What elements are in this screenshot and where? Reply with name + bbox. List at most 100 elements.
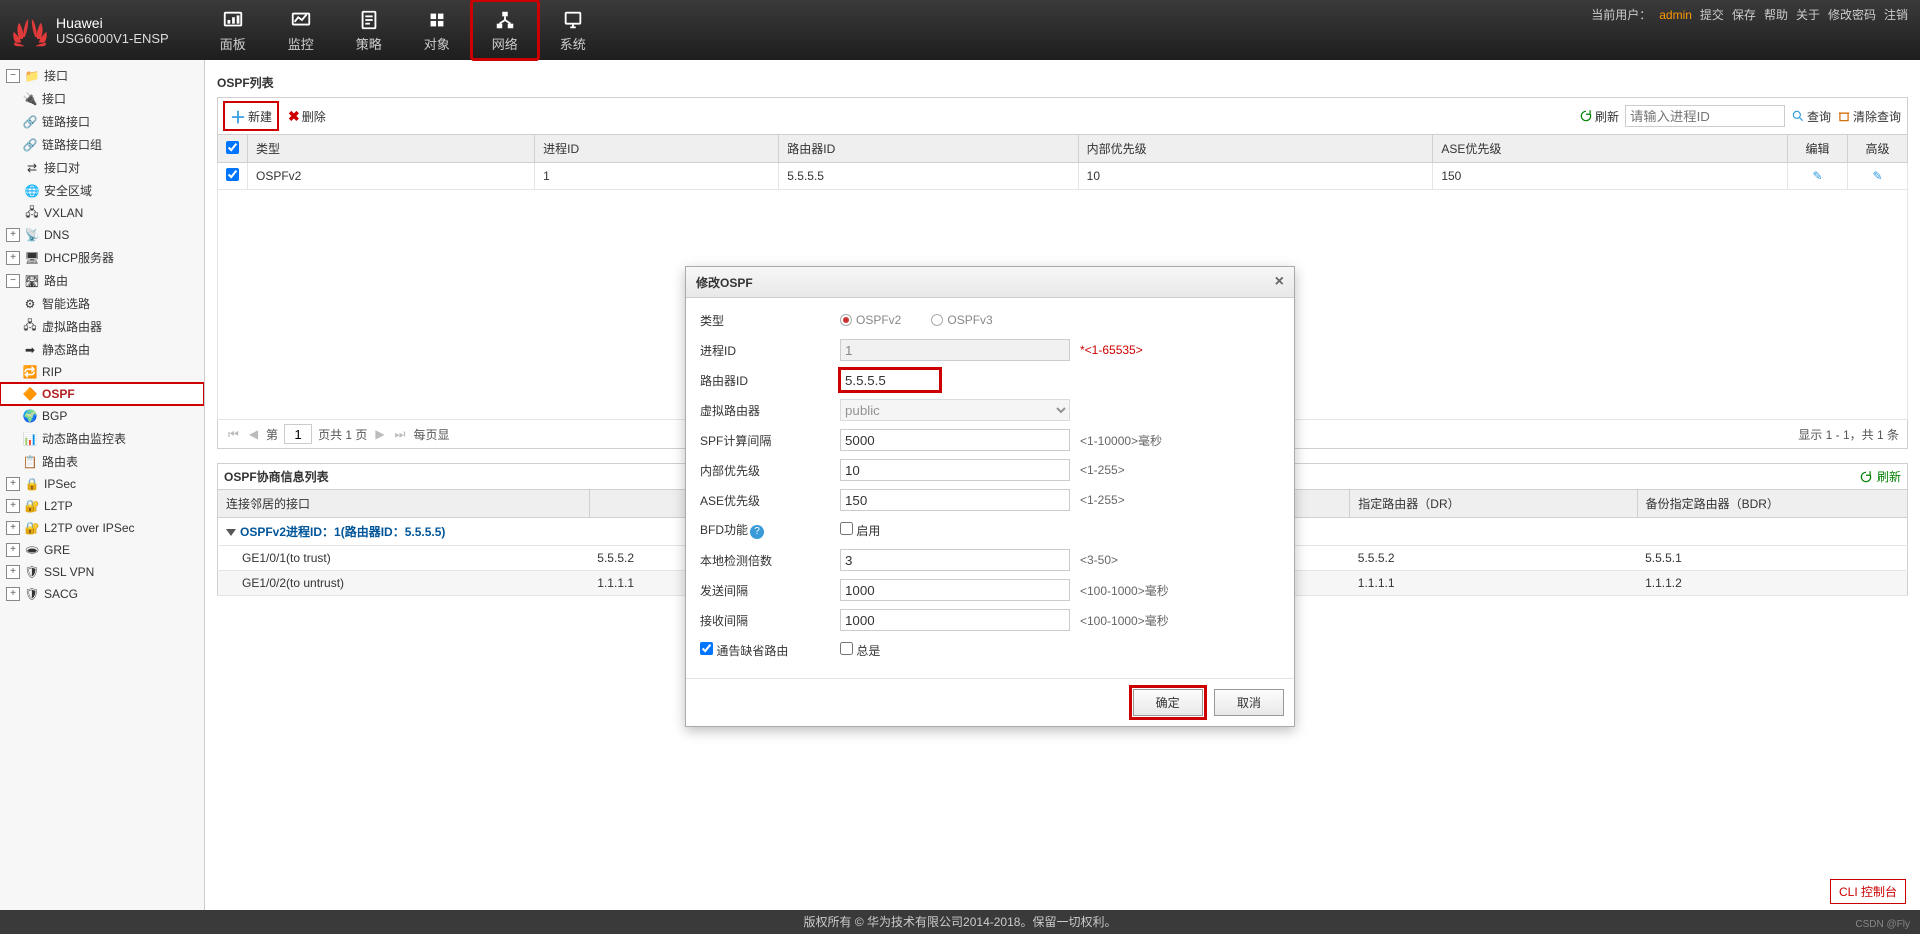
sidebar-item-smart-route[interactable]: ⚙智能选路 <box>0 292 204 315</box>
refresh-button[interactable]: 刷新 <box>1579 108 1619 125</box>
collapse-icon[interactable]: − <box>6 274 20 288</box>
new-button[interactable]: ＋新建 <box>224 102 278 130</box>
col-type[interactable]: 类型 <box>248 135 535 163</box>
sidebar-item-bgp[interactable]: 🌍BGP <box>0 405 204 427</box>
expand-icon[interactable]: + <box>6 251 20 265</box>
page-input[interactable] <box>284 424 312 444</box>
label-routerid: 路由器ID <box>700 372 840 389</box>
sidebar-item-interface-group[interactable]: −📁接口 <box>0 64 204 87</box>
next-page-icon[interactable]: ▶ <box>373 427 386 441</box>
col-routerid[interactable]: 路由器ID <box>779 135 1078 163</box>
col-interface[interactable]: 连接邻居的接口 <box>218 490 590 518</box>
expand-icon[interactable]: + <box>6 477 20 491</box>
link-logout[interactable]: 注销 <box>1884 6 1908 23</box>
select-all-checkbox[interactable] <box>226 141 239 154</box>
label-pid: 进程ID <box>700 342 840 359</box>
sidebar-item-ipsec[interactable]: +🔒IPSec <box>0 473 204 495</box>
last-page-icon[interactable]: ⏭ <box>393 427 408 442</box>
sidebar-item-link-interface-group[interactable]: 🔗链路接口组 <box>0 133 204 156</box>
sidebar-item-rip[interactable]: 🔁RIP <box>0 361 204 383</box>
col-dr[interactable]: 指定路由器（DR） <box>1350 490 1637 518</box>
sidebar-item-gre[interactable]: +🕳GRE <box>0 539 204 561</box>
sidebar-item-interface-pair[interactable]: ⇄接口对 <box>0 156 204 179</box>
col-ase[interactable]: ASE优先级 <box>1433 135 1788 163</box>
hint-ase: <1-255> <box>1080 493 1125 507</box>
ase-priority-field[interactable] <box>840 489 1070 511</box>
close-icon[interactable]: × <box>1275 273 1284 291</box>
detect-multiplier-field[interactable] <box>840 549 1070 571</box>
nav-network[interactable]: 网络 <box>471 0 539 60</box>
expand-icon[interactable]: + <box>6 543 20 557</box>
sidebar-item-routing[interactable]: −🛣路由 <box>0 269 204 292</box>
sidebar-item-link-interface[interactable]: 🔗链路接口 <box>0 110 204 133</box>
help-icon[interactable]: ? <box>750 525 764 539</box>
table-row[interactable]: OSPFv2 1 5.5.5.5 10 150 ✎ ✎ <box>218 163 1908 190</box>
expand-icon[interactable]: + <box>6 228 20 242</box>
tx-interval-field[interactable] <box>840 579 1070 601</box>
always-checkbox[interactable]: 总是 <box>840 642 880 659</box>
link-submit[interactable]: 提交 <box>1700 6 1724 23</box>
sidebar-item-route-table[interactable]: 📋路由表 <box>0 450 204 473</box>
nav-monitor[interactable]: 监控 <box>267 0 335 60</box>
bfd-enable-checkbox[interactable]: 启用 <box>840 522 880 539</box>
neighbor-refresh-button[interactable]: 刷新 <box>1859 468 1901 485</box>
sidebar-item-vxlan[interactable]: 🖧VXLAN <box>0 202 204 224</box>
delete-button[interactable]: ✖删除 <box>288 108 326 125</box>
collapse-icon[interactable]: − <box>6 69 20 83</box>
col-pid[interactable]: 进程ID <box>535 135 779 163</box>
radio-ospfv2[interactable]: OSPFv2 <box>840 313 901 327</box>
expand-icon[interactable]: + <box>6 521 20 535</box>
sidebar-item-static-route[interactable]: ➡静态路由 <box>0 338 204 361</box>
col-bdr[interactable]: 备份指定路由器（BDR） <box>1637 490 1907 518</box>
refresh-icon <box>1859 470 1873 484</box>
spf-interval-field[interactable] <box>840 429 1070 451</box>
smart-route-icon: ⚙ <box>22 296 38 312</box>
brand-model: USG6000V1-ENSP <box>56 31 169 46</box>
link-help[interactable]: 帮助 <box>1764 6 1788 23</box>
nav-system[interactable]: 系统 <box>539 0 607 60</box>
vrouter-select: public <box>840 399 1070 421</box>
col-pri[interactable]: 内部优先级 <box>1078 135 1433 163</box>
cli-console-button[interactable]: CLI 控制台 <box>1830 879 1906 904</box>
prev-page-icon[interactable]: ◀ <box>247 427 260 441</box>
clear-query-button[interactable]: 清除查询 <box>1837 108 1901 125</box>
expand-icon[interactable]: + <box>6 499 20 513</box>
sidebar-item-ospf[interactable]: 🔶OSPF <box>0 383 204 405</box>
cancel-button[interactable]: 取消 <box>1214 689 1284 716</box>
sidebar-item-dyn-route-monitor[interactable]: 📊动态路由监控表 <box>0 427 204 450</box>
nav-object[interactable]: 对象 <box>403 0 471 60</box>
rx-interval-field[interactable] <box>840 609 1070 631</box>
internal-priority-field[interactable] <box>840 459 1070 481</box>
expand-icon[interactable]: + <box>6 587 20 601</box>
sidebar-item-dns[interactable]: +📡DNS <box>0 224 204 246</box>
nav-label: 对象 <box>424 34 450 53</box>
link-change-password[interactable]: 修改密码 <box>1828 6 1876 23</box>
sidebar-item-l2tp[interactable]: +🔐L2TP <box>0 495 204 517</box>
sidebar-item-virtual-router[interactable]: 🖧虚拟路由器 <box>0 315 204 338</box>
nav-dashboard[interactable]: 面板 <box>199 0 267 60</box>
edit-icon[interactable]: ✎ <box>1812 169 1822 183</box>
search-input[interactable] <box>1625 105 1785 127</box>
query-button[interactable]: 查询 <box>1791 108 1831 125</box>
sidebar-item-interface[interactable]: 🔌接口 <box>0 87 204 110</box>
sidebar-item-sslvpn[interactable]: +🛡SSL VPN <box>0 561 204 583</box>
ok-button[interactable]: 确定 <box>1133 689 1203 716</box>
advertise-default-checkbox[interactable] <box>700 642 713 655</box>
expand-icon[interactable]: + <box>6 565 20 579</box>
dialog-title-bar[interactable]: 修改OSPF × <box>686 267 1294 298</box>
router-id-field[interactable] <box>840 369 940 391</box>
sidebar-item-security-zone[interactable]: 🌐安全区域 <box>0 179 204 202</box>
advanced-icon[interactable]: ✎ <box>1872 169 1882 183</box>
link-save[interactable]: 保存 <box>1732 6 1756 23</box>
sidebar: −📁接口 🔌接口 🔗链路接口 🔗链路接口组 ⇄接口对 🌐安全区域 🖧VXLAN … <box>0 60 205 910</box>
row-checkbox[interactable] <box>226 168 239 181</box>
link-about[interactable]: 关于 <box>1796 6 1820 23</box>
first-page-icon[interactable]: ⏮ <box>226 427 241 442</box>
sidebar-item-l2tp-ipsec[interactable]: +🔐L2TP over IPSec <box>0 517 204 539</box>
sidebar-item-dhcp[interactable]: +🖥DHCP服务器 <box>0 246 204 269</box>
radio-ospfv3[interactable]: OSPFv3 <box>931 313 992 327</box>
sidebar-item-sacg[interactable]: +🛡SACG <box>0 583 204 605</box>
nav-policy[interactable]: 策略 <box>335 0 403 60</box>
dhcp-icon: 🖥 <box>24 250 40 266</box>
col-check[interactable] <box>218 135 248 163</box>
